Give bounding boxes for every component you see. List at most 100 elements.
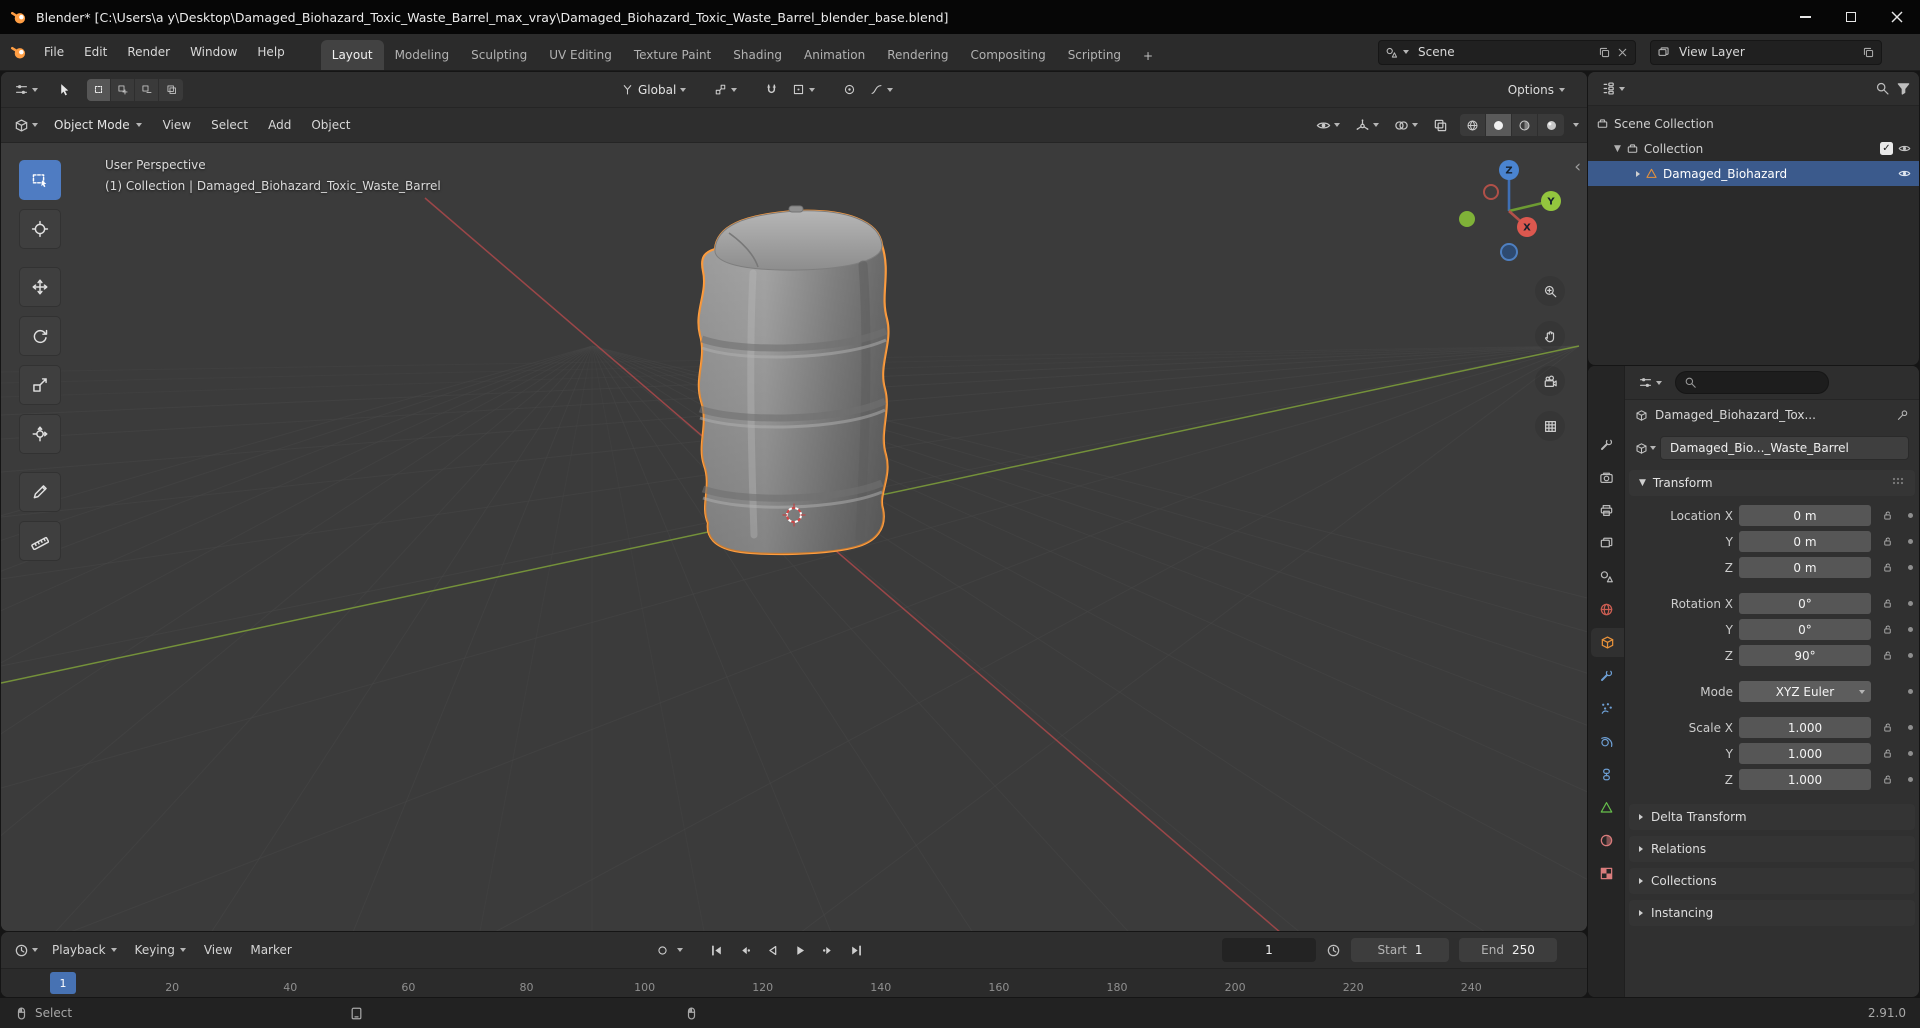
tab-world[interactable]: [1588, 595, 1624, 624]
navigation-gizmo[interactable]: Z Y X: [1453, 155, 1565, 267]
value-field[interactable]: 1.000: [1739, 769, 1871, 790]
tab-particles[interactable]: [1588, 694, 1624, 723]
shading-wireframe-button[interactable]: [1460, 114, 1486, 136]
hide-eye-icon[interactable]: [1898, 167, 1911, 180]
filter-funnel-icon[interactable]: [1896, 81, 1911, 96]
snap-toggle[interactable]: [760, 77, 783, 103]
animate-dot[interactable]: [1907, 565, 1913, 570]
jump-to-end-button[interactable]: [843, 938, 869, 962]
blender-logo-icon[interactable]: [10, 43, 28, 61]
tool-scale[interactable]: [19, 365, 61, 405]
new-scene-icon[interactable]: [1598, 46, 1611, 59]
options-dropdown[interactable]: Options: [1502, 77, 1571, 103]
animate-dot[interactable]: [1907, 725, 1913, 730]
value-field[interactable]: 90°: [1739, 645, 1871, 666]
tab-texture[interactable]: [1588, 859, 1624, 888]
lock-icon[interactable]: [1877, 624, 1897, 635]
value-field[interactable]: 0 m: [1739, 505, 1871, 526]
camera-view-button[interactable]: [1535, 366, 1565, 396]
workspace-tab[interactable]: Sculpting: [460, 40, 538, 70]
workspace-tab[interactable]: Modeling: [384, 40, 461, 70]
gizmo-x-neg-axis[interactable]: [1483, 184, 1499, 200]
lock-icon[interactable]: [1877, 510, 1897, 521]
orthographic-toggle-button[interactable]: [1535, 411, 1565, 441]
play-button[interactable]: [787, 938, 813, 962]
animate-dot[interactable]: [1907, 627, 1913, 632]
workspace-tab[interactable]: Texture Paint: [623, 40, 722, 70]
view-menu[interactable]: View: [195, 937, 241, 963]
barrel-object[interactable]: [697, 205, 890, 556]
topbar-menu-item[interactable]: Help: [247, 39, 294, 65]
pan-button[interactable]: [1535, 321, 1565, 351]
minimize-button[interactable]: [1782, 0, 1828, 34]
auto-keying-button[interactable]: [649, 938, 675, 962]
select-mode-extend[interactable]: [111, 78, 135, 101]
tab-tool[interactable]: [1588, 430, 1624, 459]
search-icon[interactable]: [1875, 81, 1890, 96]
clock-icon[interactable]: [1326, 943, 1341, 958]
lock-icon[interactable]: [1877, 722, 1897, 733]
workspace-tab[interactable]: Compositing: [959, 40, 1056, 70]
timeline-ruler[interactable]: 20 40 60 80 100 120 140 160 180 200 220 …: [1, 968, 1587, 997]
workspace-tab[interactable]: Rendering: [876, 40, 959, 70]
unlink-scene-icon[interactable]: [1616, 46, 1629, 59]
tab-object[interactable]: [1591, 628, 1624, 657]
id-type-button[interactable]: [1635, 442, 1656, 455]
object-name-field[interactable]: Damaged_Bio..._Waste_Barrel: [1660, 436, 1909, 460]
new-view-layer-icon[interactable]: [1862, 46, 1875, 59]
value-field[interactable]: XYZ Euler: [1739, 681, 1871, 702]
chevron-down-icon[interactable]: [677, 948, 683, 952]
add-workspace-button[interactable]: +: [1138, 46, 1158, 66]
topbar-menu-item[interactable]: Render: [117, 39, 180, 65]
outliner-row-scene-collection[interactable]: Scene Collection: [1588, 111, 1919, 136]
viewport-menu-item[interactable]: View: [153, 112, 201, 138]
lock-icon[interactable]: [1877, 748, 1897, 759]
frame-end-field[interactable]: End 250: [1459, 938, 1557, 962]
gizmo-z-neg-axis[interactable]: [1500, 243, 1518, 261]
editor-type-button[interactable]: [9, 77, 43, 103]
shading-solid-button[interactable]: [1486, 114, 1512, 136]
tab-view-layer[interactable]: [1588, 529, 1624, 558]
gizmo-y-neg-axis[interactable]: [1459, 211, 1475, 227]
viewport-menu-item[interactable]: Add: [258, 112, 301, 138]
lock-icon[interactable]: [1877, 774, 1897, 785]
disclosure-down-icon[interactable]: ▼: [1614, 144, 1621, 154]
snap-settings-dropdown[interactable]: [787, 77, 820, 103]
disclosure-right-icon[interactable]: [1636, 170, 1640, 177]
tool-cursor[interactable]: [19, 209, 61, 249]
proportional-falloff-dropdown[interactable]: [865, 77, 898, 103]
scene-selector[interactable]: Scene: [1378, 39, 1636, 65]
current-frame-field[interactable]: 1: [1222, 938, 1316, 962]
tool-rotate[interactable]: [19, 316, 61, 356]
shading-rendered-button[interactable]: [1538, 114, 1564, 136]
tool-select-box[interactable]: [19, 160, 61, 200]
view-layer-selector[interactable]: View Layer: [1650, 39, 1882, 65]
value-field[interactable]: 0 m: [1739, 531, 1871, 552]
proportional-editing-toggle[interactable]: [838, 77, 861, 103]
workspace-tab[interactable]: UV Editing: [538, 40, 623, 70]
viewport-3d[interactable]: User Perspective (1) Collection | Damage…: [1, 143, 1587, 931]
shading-material-button[interactable]: [1512, 114, 1538, 136]
maximize-button[interactable]: [1828, 0, 1874, 34]
tab-object-data[interactable]: [1588, 793, 1624, 822]
shading-options-chevron-icon[interactable]: [1573, 123, 1579, 127]
editor-type-button[interactable]: [1596, 76, 1630, 102]
lock-icon[interactable]: [1877, 536, 1897, 547]
pin-icon[interactable]: [1896, 409, 1909, 422]
lock-icon[interactable]: [1877, 562, 1897, 573]
topbar-menu-item[interactable]: File: [34, 39, 74, 65]
keying-menu[interactable]: Keying: [126, 937, 195, 963]
tab-constraints[interactable]: [1588, 760, 1624, 789]
viewport-menu-item[interactable]: Select: [201, 112, 258, 138]
editor-type-button[interactable]: [9, 937, 43, 963]
xray-toggle[interactable]: [1430, 112, 1451, 138]
animate-dot[interactable]: [1907, 601, 1913, 606]
frame-start-field[interactable]: Start 1: [1351, 938, 1449, 962]
value-field[interactable]: 1.000: [1739, 743, 1871, 764]
search-input[interactable]: [1702, 375, 1812, 390]
collection-checkbox[interactable]: ✓: [1880, 142, 1893, 155]
tab-modifiers[interactable]: [1588, 661, 1624, 690]
editor-type-button[interactable]: [9, 112, 43, 138]
tab-output[interactable]: [1588, 496, 1624, 525]
collapsed-panel[interactable]: Collections: [1629, 868, 1915, 894]
